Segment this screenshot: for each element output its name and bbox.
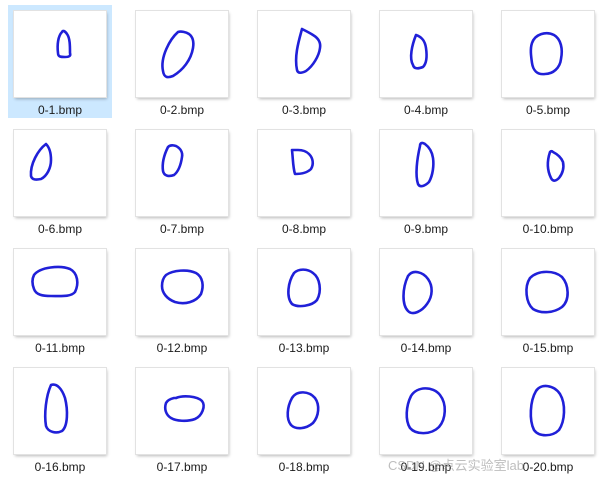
file-name: 0-11.bmp [35, 341, 85, 355]
digit-zero-thumbnail [502, 130, 594, 216]
file-name: 0-13.bmp [278, 341, 330, 355]
file-name: 0-17.bmp [156, 460, 208, 474]
file-item[interactable]: 0-6.bmp [8, 124, 112, 237]
digit-zero-thumbnail [136, 11, 228, 97]
file-name: 0-18.bmp [278, 460, 330, 474]
file-item[interactable]: 0-16.bmp [8, 362, 112, 475]
file-name: 0-15.bmp [522, 341, 574, 355]
file-item[interactable]: 0-15.bmp [496, 243, 600, 356]
file-item[interactable]: 0-4.bmp [374, 5, 478, 118]
file-name: 0-12.bmp [156, 341, 208, 355]
digit-zero-thumbnail [136, 249, 228, 335]
digit-zero-thumbnail [14, 249, 106, 335]
file-item[interactable]: 0-7.bmp [130, 124, 234, 237]
file-name: 0-10.bmp [522, 222, 574, 236]
digit-zero-thumbnail [380, 130, 472, 216]
file-name: 0-2.bmp [159, 103, 205, 117]
digit-zero-thumbnail [380, 249, 472, 335]
file-item[interactable]: 0-10.bmp [496, 124, 600, 237]
digit-zero-thumbnail [380, 11, 472, 97]
digit-zero-thumbnail [14, 11, 106, 97]
file-name: 0-4.bmp [403, 103, 449, 117]
file-name: 0-6.bmp [37, 222, 83, 236]
file-item[interactable]: 0-17.bmp [130, 362, 234, 475]
digit-zero-thumbnail [258, 130, 350, 216]
file-name: 0-3.bmp [281, 103, 327, 117]
digit-zero-thumbnail [380, 368, 472, 454]
file-name: 0-7.bmp [159, 222, 205, 236]
digit-zero-thumbnail [258, 249, 350, 335]
file-name: 0-8.bmp [281, 222, 327, 236]
file-item[interactable]: 0-14.bmp [374, 243, 478, 356]
digit-zero-thumbnail [136, 368, 228, 454]
digit-zero-thumbnail [136, 130, 228, 216]
digit-zero-thumbnail [502, 368, 594, 454]
file-item[interactable]: 0-18.bmp [252, 362, 356, 475]
file-item[interactable]: 0-1.bmp [8, 5, 112, 118]
file-name: 0-16.bmp [34, 460, 86, 474]
digit-zero-thumbnail [14, 368, 106, 454]
watermark: CSDN @点云实验室lab [388, 458, 524, 473]
digit-zero-thumbnail [14, 130, 106, 216]
file-item[interactable]: 0-8.bmp [252, 124, 356, 237]
digit-zero-thumbnail [502, 11, 594, 97]
file-item[interactable]: 0-12.bmp [130, 243, 234, 356]
file-item[interactable]: 0-3.bmp [252, 5, 356, 118]
file-item[interactable]: 0-9.bmp [374, 124, 478, 237]
file-name: 0-14.bmp [400, 341, 452, 355]
file-name: 0-5.bmp [525, 103, 571, 117]
file-name: 0-1.bmp [37, 103, 83, 117]
digit-zero-thumbnail [258, 11, 350, 97]
file-item[interactable]: 0-2.bmp [130, 5, 234, 118]
file-item[interactable]: 0-5.bmp [496, 5, 600, 118]
digit-zero-thumbnail [502, 249, 594, 335]
digit-zero-thumbnail [258, 368, 350, 454]
file-item[interactable]: 0-11.bmp [8, 243, 112, 356]
file-name: 0-9.bmp [403, 222, 449, 236]
file-grid: 0-1.bmp 0-2.bmp 0-3.bmp 0-4.bmp 0-5.bmp … [8, 5, 603, 486]
file-item[interactable]: 0-13.bmp [252, 243, 356, 356]
